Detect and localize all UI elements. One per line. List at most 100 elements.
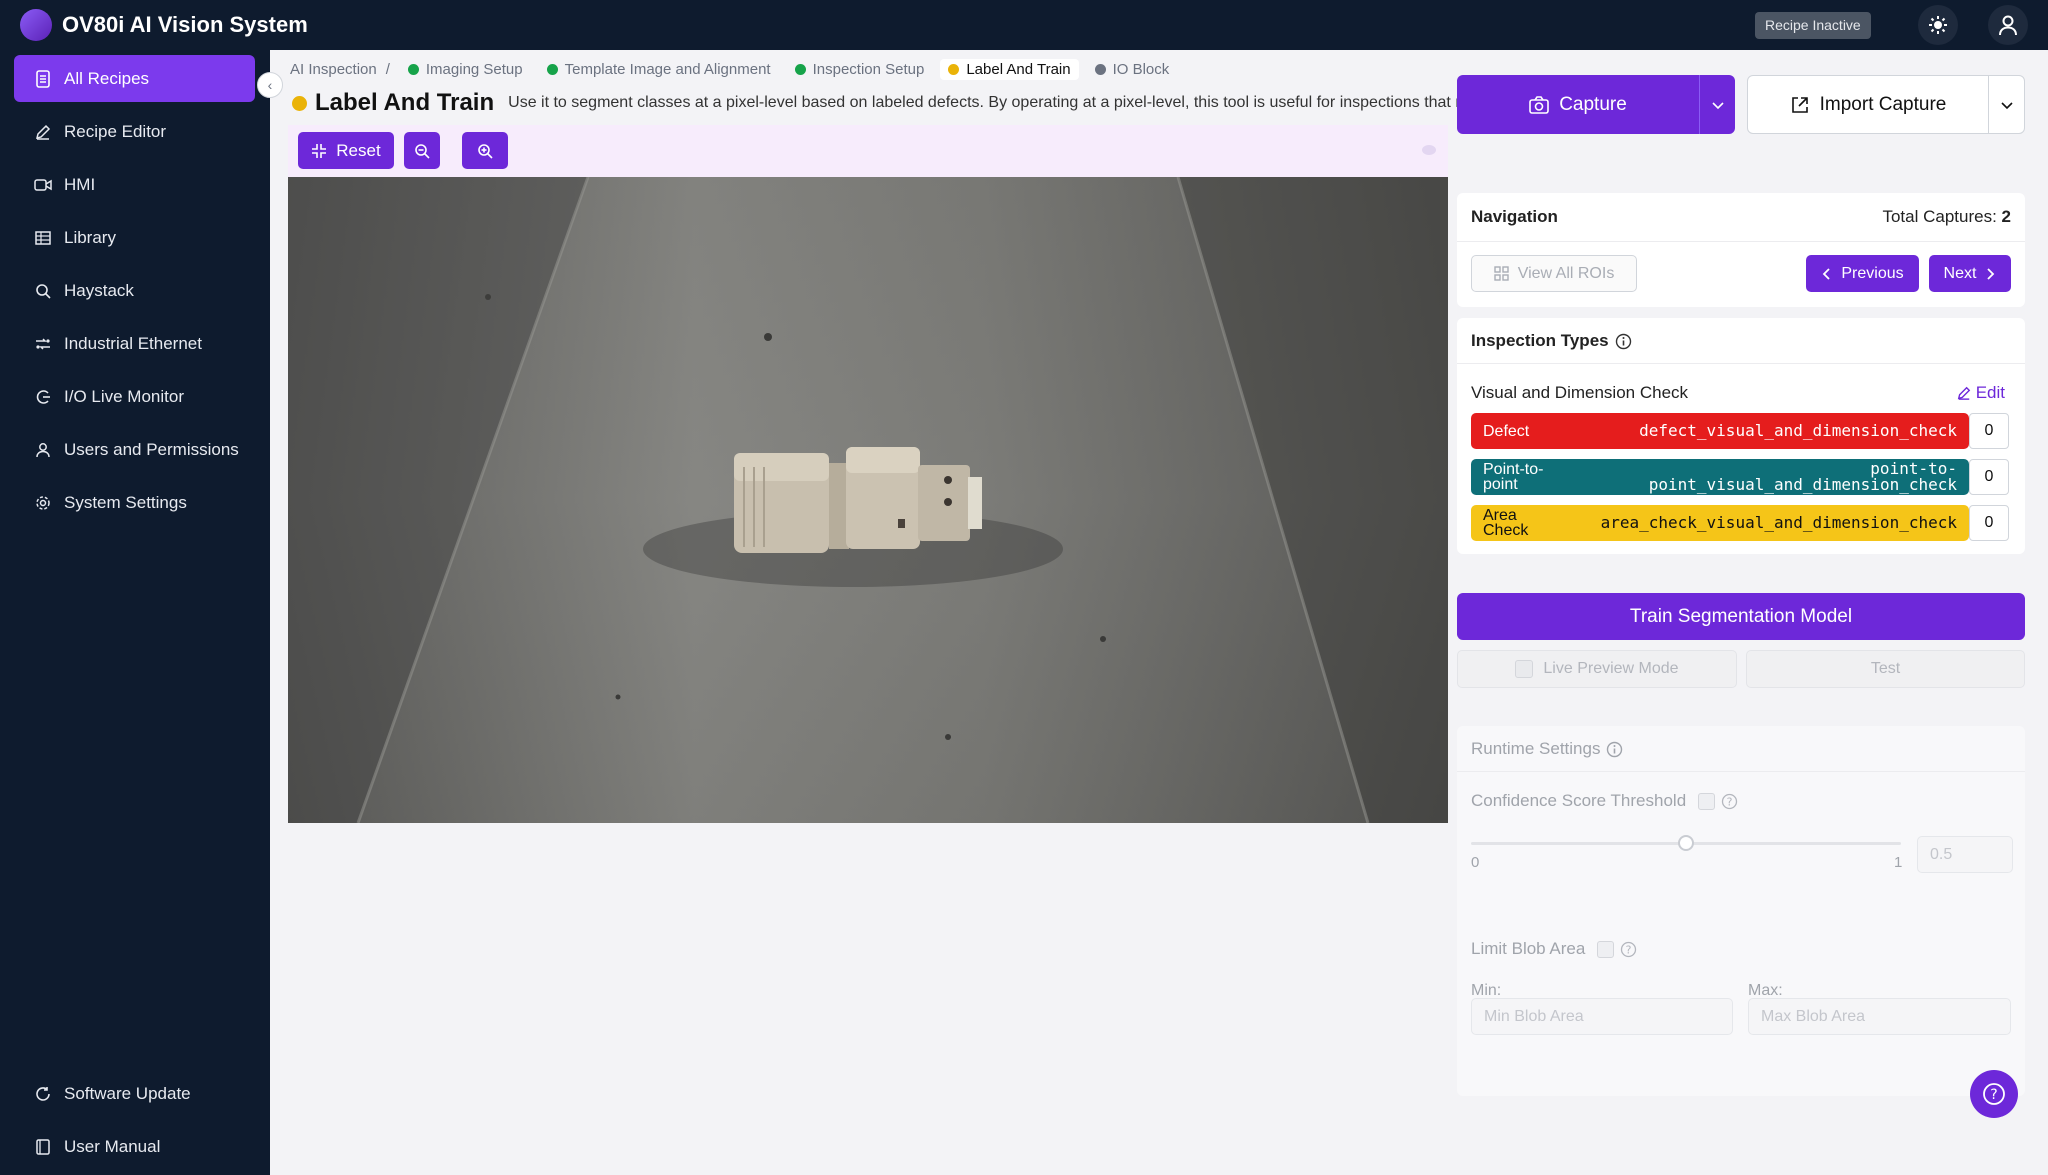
info-icon[interactable] (1615, 333, 1632, 350)
confidence-value-input[interactable]: 0.5 (1917, 836, 2013, 873)
live-preview-checkbox[interactable] (1515, 660, 1534, 678)
class-row-defect[interactable]: Defect defect_visual_and_dimension_check (1471, 413, 1969, 449)
status-dot (546, 63, 558, 75)
divider (1457, 363, 2025, 364)
class-count-point-to-point: 0 (1969, 459, 2009, 495)
reset-button[interactable]: Reset (298, 132, 394, 169)
pencil-icon (1957, 386, 1970, 400)
sidebar-item-users-and-permissions[interactable]: Users and Permissions (14, 426, 255, 473)
class-count-area-check: 0 (1969, 505, 2009, 541)
capture-image (288, 177, 1448, 823)
sidebar-item-all-recipes[interactable]: All Recipes (14, 55, 255, 102)
confidence-threshold-label: Confidence Score Threshold (1471, 791, 1687, 810)
help-icon[interactable]: ? (1620, 941, 1637, 958)
view-all-rois-button[interactable]: View All ROIs (1471, 255, 1637, 292)
runtime-settings-panel: Runtime Settings Confidence Score Thresh… (1457, 726, 2025, 1096)
sidebar: All Recipes Recipe Editor HMI Library Ha… (0, 50, 270, 1175)
divider (1457, 241, 2025, 242)
sidebar-item-haystack[interactable]: Haystack (14, 267, 255, 314)
search-icon (34, 282, 52, 300)
max-blob-area-input[interactable]: Max Blob Area (1748, 998, 2011, 1035)
class-row-point-to-point[interactable]: Point-to-point point-to-point_visual_and… (1471, 459, 1969, 495)
step-template-image-and-alignment[interactable]: Template Image and Alignment (539, 59, 779, 80)
status-dot (292, 95, 307, 111)
live-preview-toggle[interactable]: Live Preview Mode (1457, 650, 1737, 688)
gear-icon (34, 494, 52, 512)
import-dropdown-toggle[interactable] (1988, 76, 2024, 133)
sun-icon (1929, 16, 1947, 34)
help-button[interactable]: ? (1970, 1070, 2018, 1118)
step-label-and-train[interactable]: Label And Train (940, 58, 1079, 80)
capture-dropdown-toggle[interactable] (1699, 75, 1735, 134)
breadcrumb-root[interactable]: AI Inspection (290, 61, 377, 78)
info-icon[interactable] (1606, 741, 1623, 758)
capture-image-canvas[interactable] (288, 177, 1448, 823)
sidebar-item-label: All Recipes (64, 68, 150, 88)
slider-min-label: 0 (1471, 854, 1480, 871)
chevron-down-icon (2000, 101, 2013, 109)
app-logo (20, 9, 52, 41)
user-manual-link[interactable]: User Manual (14, 1123, 255, 1170)
confidence-threshold-row: Confidence Score Threshold ? (1471, 791, 1738, 811)
book-icon (34, 1138, 52, 1156)
step-inspection-setup[interactable]: Inspection Setup (787, 59, 933, 80)
step-imaging-setup[interactable]: Imaging Setup (400, 59, 531, 80)
sidebar-item-industrial-ethernet[interactable]: Industrial Ethernet (14, 320, 255, 367)
class-name: Area Check (1483, 507, 1529, 539)
sidebar-item-label: Recipe Editor (64, 121, 167, 141)
sidebar-item-system-settings[interactable]: System Settings (14, 479, 255, 526)
svg-text:?: ? (1990, 1087, 1997, 1103)
total-captures: Total Captures: 2 (1882, 207, 2011, 227)
confidence-slider-thumb[interactable] (1678, 835, 1694, 851)
sidebar-item-recipe-editor[interactable]: Recipe Editor (14, 108, 255, 155)
class-key: area_check_visual_and_dimension_check (1600, 513, 1957, 532)
navigation-title: Navigation (1471, 207, 1558, 226)
sidebar-item-label: Haystack (64, 280, 134, 300)
step-label: Inspection Setup (812, 60, 925, 78)
sidebar-item-io-live-monitor[interactable]: I/O Live Monitor (14, 373, 255, 420)
import-capture-button[interactable]: Import Capture (1747, 75, 2025, 134)
zoom-out-icon (415, 143, 430, 159)
capture-button[interactable]: Capture (1457, 75, 1735, 134)
class-name: Defect (1483, 422, 1530, 440)
confidence-threshold-checkbox[interactable] (1698, 792, 1716, 810)
sidebar-item-label: HMI (64, 174, 96, 194)
test-label: Test (1870, 660, 1901, 677)
sidebar-item-hmi[interactable]: HMI (14, 161, 255, 208)
class-key: defect_visual_and_dimension_check (1639, 421, 1957, 440)
user-avatar-button[interactable] (1988, 5, 2028, 45)
previous-button[interactable]: Previous (1806, 255, 1919, 292)
sidebar-item-library[interactable]: Library (14, 214, 255, 261)
step-io-block[interactable]: IO Block (1087, 59, 1178, 80)
min-blob-area-input[interactable]: Min Blob Area (1471, 998, 1733, 1035)
document-icon (34, 69, 52, 88)
divider (1457, 771, 2025, 772)
navigation-panel: Navigation Total Captures: 2 View All RO… (1457, 193, 2025, 307)
next-button[interactable]: Next (1929, 255, 2011, 292)
chevron-down-icon (1711, 101, 1724, 109)
breadcrumb-separator: / (385, 60, 390, 78)
capture-label: Capture (1559, 93, 1627, 115)
train-segmentation-model-button[interactable]: Train Segmentation Model (1457, 593, 2025, 640)
inspection-types-label: Inspection Types (1471, 331, 1609, 350)
zoom-out-button[interactable] (404, 132, 440, 169)
previous-label: Previous (1841, 264, 1904, 282)
step-label: Label And Train (966, 60, 1071, 78)
class-row-area-check[interactable]: Area Check area_check_visual_and_dimensi… (1471, 505, 1969, 541)
class-count-defect: 0 (1969, 413, 2009, 449)
zoom-in-button[interactable] (462, 132, 508, 169)
software-update-link[interactable]: Software Update (14, 1070, 255, 1117)
inspection-types-panel: Inspection Types Visual and Dimension Ch… (1457, 318, 2025, 554)
sidebar-item-label: Users and Permissions (64, 439, 239, 459)
user-icon (1999, 15, 2017, 36)
edit-button[interactable]: Edit (1957, 383, 2005, 403)
test-button[interactable]: Test (1746, 650, 2025, 688)
sidebar-item-label: Library (64, 227, 116, 247)
collapse-icon (312, 143, 327, 158)
limit-blob-area-checkbox[interactable] (1597, 940, 1615, 958)
sidebar-item-label: User Manual (64, 1136, 161, 1156)
status-dot (1094, 63, 1106, 75)
step-label: Template Image and Alignment (564, 60, 771, 78)
theme-toggle-button[interactable] (1918, 5, 1958, 45)
help-icon[interactable]: ? (1721, 793, 1738, 810)
